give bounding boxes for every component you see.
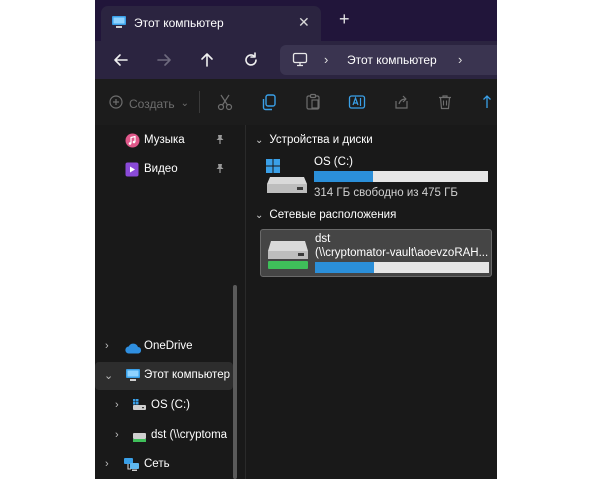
chevron-down-icon: ⌄ — [180, 98, 189, 109]
chevron-right-icon[interactable]: › — [105, 458, 109, 470]
chevron-right-icon[interactable]: › — [115, 429, 119, 441]
nav-item-music[interactable]: Музыка — [95, 127, 233, 155]
close-tab-icon[interactable]: ✕ — [298, 14, 310, 30]
nav-item-os-c[interactable]: › OS (C:) — [95, 392, 233, 420]
drive-usage-fill — [315, 262, 375, 273]
computer-icon — [292, 52, 308, 72]
nav-item-label: Музыка — [144, 134, 185, 146]
devices-group-header[interactable]: ⌄ Устройства и диски — [255, 134, 373, 146]
pin-icon[interactable] — [215, 134, 225, 148]
tab-this-pc[interactable]: Этот компьютер ✕ — [101, 6, 321, 41]
content-pane: ⌄ Устройства и диски OS (C:) 314 ГБ свобо… — [245, 125, 497, 479]
pin-icon[interactable] — [215, 163, 225, 177]
command-toolbar: Создать ⌄ — [95, 79, 497, 126]
drive-name: dst — [315, 233, 331, 245]
chevron-right-icon[interactable]: › — [105, 340, 109, 352]
drive-usage-bar — [315, 262, 489, 273]
network-drive-icon — [267, 239, 309, 276]
drive-usage-fill — [314, 171, 374, 182]
new-tab-button[interactable]: + — [339, 10, 350, 28]
group-label: Сетевые расположения — [269, 209, 397, 221]
up-arrow-icon[interactable] — [197, 50, 217, 70]
nav-item-this-pc[interactable]: ⌄ Этот компьютер — [95, 362, 233, 390]
nav-item-label: Сеть — [144, 458, 170, 470]
nav-item-label: dst (\\cryptoma — [151, 429, 228, 441]
breadcrumb-chevron-icon[interactable]: › — [324, 52, 328, 67]
forward-arrow-icon[interactable] — [154, 50, 174, 70]
breadcrumb-chevron-icon[interactable]: › — [458, 52, 462, 67]
address-bar-row: › Этот компьютер › — [95, 41, 497, 79]
cut-icon[interactable] — [216, 93, 234, 111]
rename-icon[interactable] — [348, 93, 366, 111]
copy-icon[interactable] — [260, 93, 278, 111]
chevron-down-icon[interactable]: ⌄ — [104, 369, 113, 382]
onedrive-cloud-icon — [125, 341, 142, 359]
paste-icon[interactable] — [304, 93, 322, 111]
drive-tile-dst-network[interactable]: dst (\\cryptomator-vault\aoevzoRAH... — [260, 229, 492, 277]
chevron-right-icon[interactable]: › — [115, 399, 119, 411]
tab-title: Этот компьютер — [134, 16, 224, 30]
group-label: Устройства и диски — [269, 134, 373, 146]
network-locations-group-header[interactable]: ⌄ Сетевые расположения — [255, 209, 396, 221]
chevron-down-icon: ⌄ — [255, 135, 264, 146]
add-circle-icon — [109, 95, 123, 112]
nav-item-video[interactable]: Видео — [95, 156, 233, 184]
network-drive-icon — [132, 430, 147, 448]
drive-name: OS (C:) — [314, 156, 353, 168]
nav-item-label: OS (C:) — [151, 399, 190, 411]
toolbar-divider — [199, 91, 200, 113]
breadcrumb-this-pc[interactable]: Этот компьютер — [347, 53, 437, 67]
this-pc-icon — [111, 15, 127, 34]
os-drive-icon — [266, 159, 308, 200]
os-drive-icon — [132, 398, 147, 416]
drive-tile-os-c[interactable]: OS (C:) 314 ГБ свободно из 475 ГБ — [260, 151, 494, 199]
drive-path: (\\cryptomator-vault\aoevzoRAH... — [315, 247, 489, 259]
create-label: Создать — [129, 96, 175, 111]
delete-icon[interactable] — [436, 93, 454, 111]
title-bar: Этот компьютер ✕ + — [95, 0, 497, 41]
nav-item-label: Этот компьютер — [144, 369, 230, 381]
music-icon — [125, 133, 140, 153]
video-icon — [125, 162, 139, 182]
sort-icon[interactable] — [481, 93, 497, 111]
chevron-down-icon: ⌄ — [255, 210, 264, 221]
create-button[interactable]: Создать ⌄ — [109, 95, 189, 112]
file-explorer-window: Этот компьютер ✕ + › Этот компьютер › Со… — [95, 0, 497, 479]
navigation-pane: Музыка Видео › OneDrive ⌄ Этот компьютер… — [95, 125, 245, 479]
nav-scrollbar[interactable] — [233, 285, 237, 479]
network-icon — [123, 457, 140, 477]
refresh-icon[interactable] — [241, 50, 261, 70]
share-icon[interactable] — [392, 93, 410, 111]
nav-item-network[interactable]: › Сеть — [95, 451, 233, 479]
this-pc-icon — [125, 368, 141, 387]
nav-item-dst-network-drive[interactable]: › dst (\\cryptoma — [95, 422, 233, 450]
address-field[interactable]: › Этот компьютер › — [280, 45, 497, 75]
nav-item-label: Видео — [144, 163, 178, 175]
back-arrow-icon[interactable] — [111, 50, 131, 70]
nav-item-label: OneDrive — [144, 340, 193, 352]
drive-usage-bar — [314, 171, 488, 182]
nav-item-onedrive[interactable]: › OneDrive — [95, 333, 233, 361]
drive-free-space: 314 ГБ свободно из 475 ГБ — [314, 187, 458, 199]
